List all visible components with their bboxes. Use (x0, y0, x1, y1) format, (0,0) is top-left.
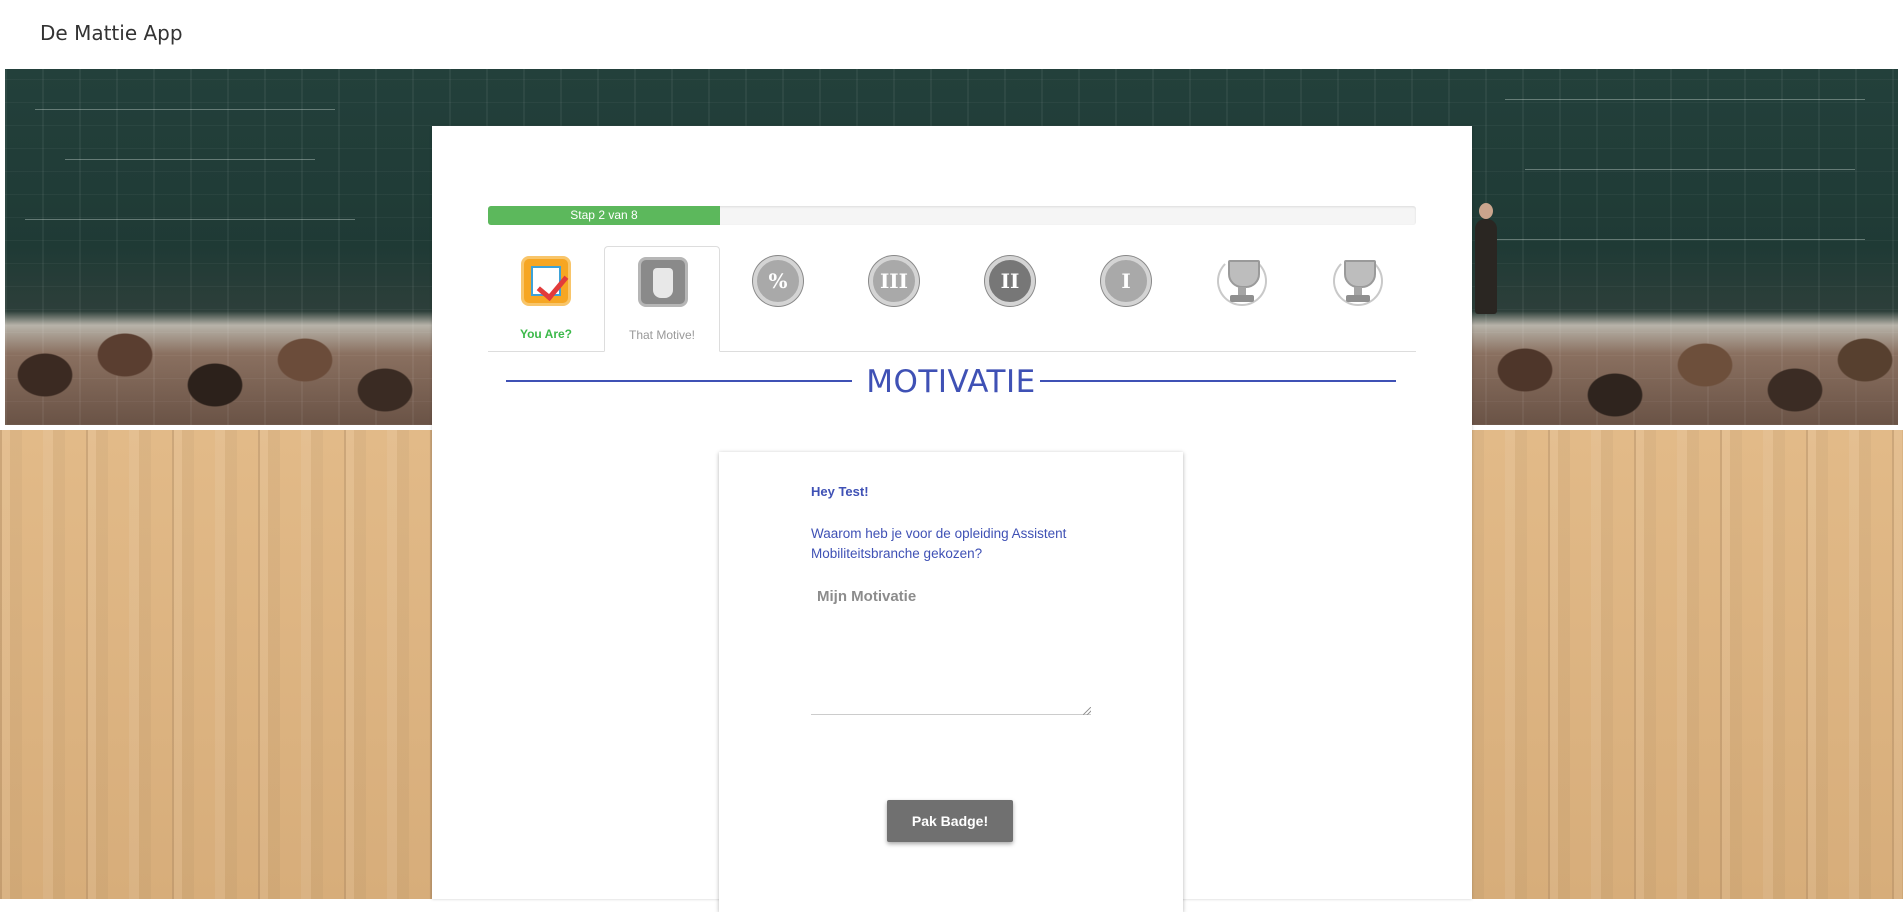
trophy-badge-icon (1333, 256, 1383, 306)
tab-you-are[interactable]: You Are? (488, 246, 604, 350)
tab-step-7[interactable] (1184, 246, 1300, 350)
trophy-badge-icon (1217, 256, 1267, 306)
checklist-badge-icon (521, 256, 571, 306)
percent-badge-icon: % (753, 256, 803, 306)
tab-label: You Are? (519, 327, 572, 341)
tab-step-4[interactable]: III (836, 246, 952, 350)
greeting-text: Hey Test! (811, 484, 869, 499)
progress-bar: Stap 2 van 8 (488, 206, 1416, 225)
top-app-bar: De Mattie App (0, 0, 1903, 68)
section-title: MOTIVATIE (866, 364, 1036, 400)
roman-three-badge-icon: III (869, 256, 919, 306)
motivation-textarea[interactable] (811, 580, 1091, 715)
tab-step-8[interactable] (1300, 246, 1416, 350)
teacher-figure (1475, 203, 1497, 314)
roman-one-badge-icon: I (1101, 256, 1151, 306)
question-text: Waarom heb je voor de opleiding Assisten… (811, 526, 1067, 561)
tab-step-3[interactable]: % (720, 246, 836, 350)
pak-badge-button[interactable]: Pak Badge! (887, 800, 1013, 842)
progress-bar-fill: Stap 2 van 8 (488, 206, 720, 225)
tab-step-5[interactable]: II (952, 246, 1068, 350)
main-panel: Stap 2 van 8 You Are? That Motive! % III… (432, 126, 1472, 912)
motivation-card: Hey Test! Waarom heb je voor de opleidin… (719, 452, 1183, 912)
tab-that-motive[interactable]: That Motive! (604, 246, 720, 352)
roman-two-badge-icon: II (985, 256, 1035, 306)
app-title: De Mattie App (40, 21, 183, 45)
section-heading: MOTIVATIE (506, 364, 1396, 400)
tab-step-6[interactable]: I (1068, 246, 1184, 350)
resize-grip-icon[interactable] (1083, 707, 1091, 715)
badge-tabs: You Are? That Motive! % III II I (488, 246, 1416, 352)
tab-label: That Motive! (628, 328, 696, 342)
rock-hand-badge-icon (638, 257, 688, 307)
